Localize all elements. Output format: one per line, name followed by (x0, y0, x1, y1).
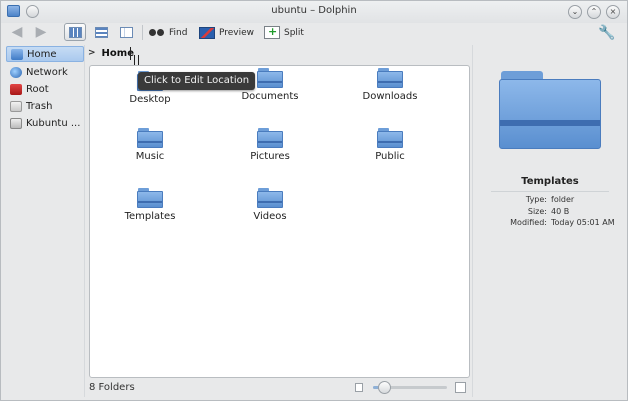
columns-view-icon (120, 27, 133, 38)
info-size-row: Size: 40 B (477, 207, 623, 218)
panel-splitter[interactable] (84, 45, 85, 397)
close-button[interactable]: × (606, 5, 620, 19)
preview-icon (199, 26, 215, 39)
folder-label: Downloads (362, 91, 418, 102)
binoculars-icon (149, 28, 165, 38)
details-view-icon (95, 27, 108, 38)
find-label: Find (169, 27, 188, 38)
info-type-key: Type: (525, 195, 547, 204)
icons-view-icon (69, 27, 82, 38)
info-item-name: Templates (521, 176, 579, 187)
folder-label: Videos (253, 211, 287, 222)
toolbar-separator (142, 25, 143, 40)
folder-label: Desktop (129, 94, 171, 105)
title-bar[interactable]: ubuntu – Dolphin ⌄ ⌃ × (1, 1, 627, 23)
folder-icon (137, 188, 163, 208)
breadcrumb[interactable]: > Home (88, 46, 134, 60)
place-network[interactable]: Network (6, 64, 84, 80)
zoom-out-icon[interactable] (355, 383, 363, 392)
preview-button[interactable]: Preview (199, 25, 254, 40)
folder-item[interactable]: Music (105, 128, 195, 162)
icons-view-button[interactable] (64, 23, 86, 41)
folder-icon (137, 128, 163, 148)
back-arrow-icon[interactable]: ◀ (9, 25, 25, 39)
folder-label: Music (135, 151, 165, 162)
info-size-key: Size: (527, 207, 547, 216)
columns-view-button[interactable] (115, 23, 137, 41)
info-divider (491, 191, 609, 192)
place-label: Home (27, 48, 57, 60)
text-cursor (130, 47, 131, 60)
folder-item[interactable]: Videos (225, 188, 315, 222)
places-panel: Home Network Root Trash Kubuntu ... (6, 45, 84, 135)
main-toolbar: ◀ ▶ Find Preview Split 🔧 (1, 23, 627, 42)
folder-icon (257, 128, 283, 148)
find-button[interactable]: Find (149, 25, 187, 40)
forward-arrow-icon[interactable]: ▶ (33, 25, 49, 39)
folder-item[interactable]: Pictures (225, 128, 315, 162)
folder-icon (257, 188, 283, 208)
home-folder-icon (11, 48, 23, 60)
place-label: Kubuntu ... (26, 117, 81, 129)
info-type-value: folder (551, 195, 575, 204)
place-kubuntu[interactable]: Kubuntu ... (6, 115, 84, 131)
split-icon (264, 25, 280, 39)
place-root[interactable]: Root (6, 81, 84, 97)
window-title: ubuntu – Dolphin (271, 5, 357, 16)
minimize-button[interactable]: ⌄ (568, 5, 582, 19)
panel-splitter[interactable] (472, 45, 473, 397)
root-drive-icon (10, 83, 22, 95)
information-panel: Templates Type: folder Size: 40 B Modifi… (477, 45, 623, 397)
folder-item[interactable]: Public (345, 128, 435, 162)
preview-label: Preview (219, 27, 255, 38)
info-size-value: 40 B (551, 207, 570, 216)
folder-item[interactable]: Downloads (345, 68, 435, 102)
place-label: Trash (26, 100, 53, 112)
info-modified-key: Modified: (510, 218, 547, 227)
split-button[interactable]: Split (264, 25, 304, 40)
folder-label: Public (375, 151, 405, 162)
folder-icon (377, 68, 403, 88)
maximize-button[interactable]: ⌃ (587, 5, 601, 19)
settings-wrench-icon[interactable]: 🔧 (597, 25, 617, 41)
folder-label: Pictures (250, 151, 290, 162)
zoom-slider-handle[interactable] (377, 381, 391, 394)
place-label: Root (26, 83, 49, 95)
folder-icon (377, 128, 403, 148)
place-label: Network (26, 66, 68, 78)
location-tooltip: Click to Edit Location (138, 72, 256, 90)
trash-icon (10, 100, 22, 112)
folder-preview-icon (499, 71, 601, 149)
info-type-row: Type: folder (477, 195, 623, 206)
status-text: 8 Folders (89, 382, 135, 393)
info-modified-row: Modified: Today 05:01 AM (477, 218, 623, 229)
dolphin-window: ubuntu – Dolphin ⌄ ⌃ × ◀ ▶ Find Preview … (0, 0, 628, 401)
breadcrumb-separator[interactable]: > (88, 48, 96, 58)
folder-item[interactable]: Templates (105, 188, 195, 222)
folder-label: Documents (241, 91, 299, 102)
place-trash[interactable]: Trash (6, 98, 84, 114)
info-modified-value: Today 05:01 AM (551, 218, 615, 227)
folder-label: Templates (124, 211, 176, 222)
folder-icon (257, 68, 283, 88)
details-view-button[interactable] (90, 23, 112, 41)
zoom-in-icon[interactable] (455, 382, 466, 393)
drive-icon (10, 117, 22, 129)
split-label: Split (284, 27, 304, 38)
place-home[interactable]: Home (6, 46, 84, 62)
network-icon (10, 66, 22, 78)
